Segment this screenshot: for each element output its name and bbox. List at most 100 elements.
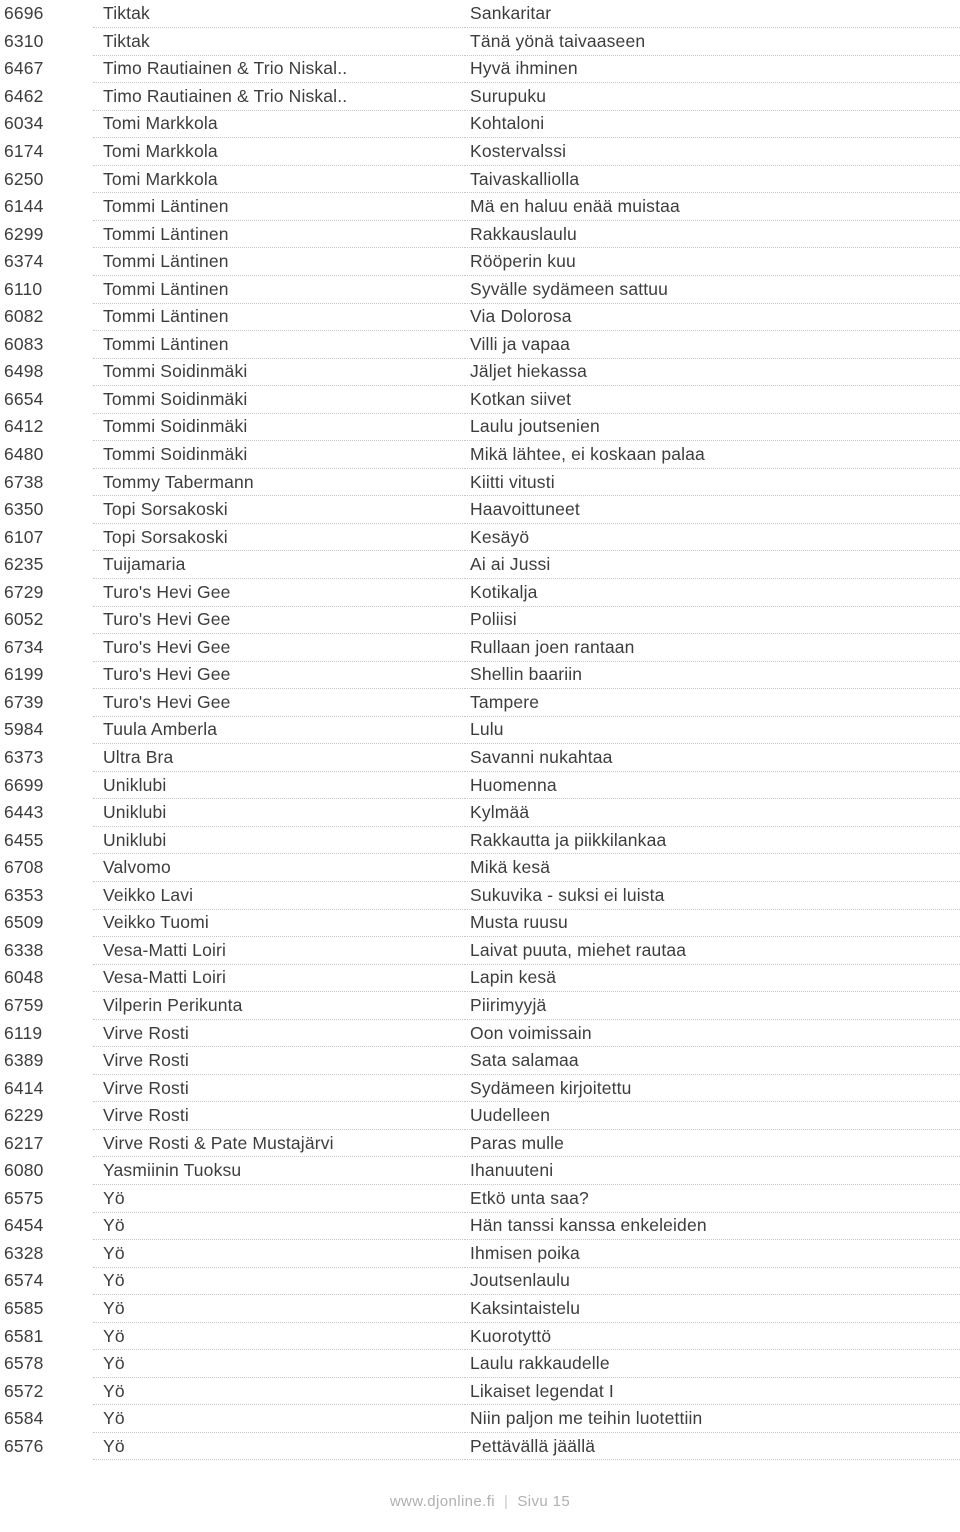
song-id-cell: 6412 [4, 416, 44, 437]
table-row: 6581 Yö Kuorotyttö [0, 1322, 960, 1351]
song-id-cell: 6110 [4, 278, 43, 299]
song-title-cell: Shellin baariin [465, 661, 960, 690]
song-id-cell: 6498 [4, 361, 44, 382]
footer-separator: | [504, 1493, 509, 1510]
song-artist-cell: Topi Sorsakoski [93, 523, 465, 552]
table-row: 6585 Yö Kaksintaistelu [0, 1294, 960, 1323]
song-id-cell: 6310 [4, 30, 44, 51]
song-artist-cell: Virve Rosti [93, 1101, 465, 1130]
song-id-cell: 6199 [4, 664, 44, 685]
table-row: 6217 Virve Rosti & Pate Mustajärvi Paras m… [0, 1129, 960, 1158]
table-row: 6083 Tommi Läntinen Villi ja vapaa [0, 330, 960, 359]
table-row: 6739 Turo's Hevi Gee Tampere [0, 688, 960, 717]
song-artist-cell: Yö [93, 1184, 465, 1213]
song-title-cell: Sata salamaa [465, 1046, 960, 1075]
song-artist-cell: Yö [93, 1432, 465, 1461]
table-row: 6082 Tommi Läntinen Via Dolorosa [0, 303, 960, 332]
table-row: 6310 Tiktak Tänä yönä taivaaseen [0, 27, 960, 56]
song-artist-cell: Vilperin Perikunta [93, 991, 465, 1020]
song-id-cell: 6708 [4, 857, 44, 878]
footer-website: www.djonline.fi [389, 1493, 496, 1510]
table-row: 6738 Tommy Tabermann Kiitti vitusti [0, 468, 960, 497]
table-row: 6584 Yö Niin paljon me teihin luotettiin [0, 1404, 960, 1433]
table-row: 6328 Yö Ihmisen poika [0, 1239, 960, 1268]
song-id-cell: 6572 [4, 1380, 44, 1401]
table-row: 6699 Uniklubi Huomenna [0, 771, 960, 800]
song-artist-cell: Timo Rautiainen & Trio Niskal.. [93, 55, 465, 84]
song-title-cell: Haavoittuneet [465, 495, 960, 524]
song-id-cell: 6217 [4, 1132, 44, 1153]
song-artist-cell: Turo's Hevi Gee [93, 633, 465, 662]
song-title-cell: Poliisi [465, 606, 960, 635]
song-id-cell: 6048 [4, 967, 44, 988]
song-id-cell: 6080 [4, 1160, 44, 1181]
song-artist-cell: Tomi Markkola [93, 165, 465, 194]
table-row: 6759 Vilperin Perikunta Piirimyyjä [0, 991, 960, 1020]
table-row: 6572 Yö Likaiset legendat I [0, 1377, 960, 1406]
song-title-cell: Rööperin kuu [465, 247, 960, 276]
song-artist-cell: Valvomo [93, 853, 465, 882]
song-title-cell: Syvälle sydämeen sattuu [465, 275, 960, 304]
song-title-cell: Ihmisen poika [465, 1239, 960, 1268]
song-artist-cell: Uniklubi [93, 826, 465, 855]
table-row: 6454 Yö Hän tanssi kanssa enkeleiden [0, 1212, 960, 1241]
table-row: 6373 Ultra Bra Savanni nukahtaa [0, 743, 960, 772]
song-artist-cell: Tommi Soidinmäki [93, 385, 465, 414]
song-artist-cell: Tommi Läntinen [93, 220, 465, 249]
song-title-cell: Mikä lähtee, ei koskaan palaa [465, 440, 960, 469]
song-title-cell: Joutsenlaulu [465, 1267, 960, 1296]
song-title-cell: Paras mulle [465, 1129, 960, 1158]
song-title-cell: Kohtaloni [465, 110, 960, 139]
song-id-cell: 6467 [4, 58, 44, 79]
song-artist-cell: Tiktak [93, 27, 465, 56]
song-id-cell: 6443 [4, 802, 44, 823]
song-title-cell: Via Dolorosa [465, 303, 960, 332]
song-artist-cell: Timo Rautiainen & Trio Niskal.. [93, 82, 465, 111]
song-id-cell: 6574 [4, 1270, 44, 1291]
song-id-cell: 6699 [4, 774, 44, 795]
song-title-cell: Kaksintaistelu [465, 1294, 960, 1323]
table-row: 6455 Uniklubi Rakkautta ja piikkilankaa [0, 826, 960, 855]
song-id-cell: 6696 [4, 3, 44, 24]
song-title-cell: Uudelleen [465, 1101, 960, 1130]
song-title-cell: Oon voimissain [465, 1019, 960, 1048]
song-title-cell: Villi ja vapaa [465, 330, 960, 359]
song-id-cell: 6739 [4, 691, 44, 712]
table-row: 6412 Tommi Soidinmäki Laulu joutsenien [0, 413, 960, 442]
table-row: 6034 Tomi Markkola Kohtaloni [0, 110, 960, 139]
table-row: 6480 Tommi Soidinmäki Mikä lähtee, ei kosk… [0, 440, 960, 469]
song-id-cell: 6052 [4, 609, 44, 630]
song-artist-cell: Tommi Soidinmäki [93, 358, 465, 387]
song-title-cell: Rullaan joen rantaan [465, 633, 960, 662]
song-id-cell: 6759 [4, 994, 44, 1015]
song-title-cell: Mikä kesä [465, 853, 960, 882]
song-id-cell: 6328 [4, 1242, 44, 1263]
song-artist-cell: Yö [93, 1322, 465, 1351]
song-title-cell: Likaiset legendat I [465, 1377, 960, 1406]
song-id-cell: 6576 [4, 1435, 44, 1456]
song-title-cell: Surupuku [465, 82, 960, 111]
document-page: 6696 Tiktak Sankaritar 6310 Tiktak Tänä yönä … [0, 0, 960, 1532]
table-row: 5984 Tuula Amberla Lulu [0, 716, 960, 745]
song-id-cell: 6144 [4, 196, 44, 217]
song-id-cell: 6654 [4, 388, 44, 409]
song-id-cell: 6235 [4, 554, 44, 575]
song-artist-cell: Yasmiinin Tuoksu [93, 1156, 465, 1186]
song-title-cell: Rakkauslaulu [465, 220, 960, 249]
song-artist-cell: Tommi Soidinmäki [93, 440, 465, 469]
song-artist-cell: Tommi Soidinmäki [93, 413, 465, 442]
song-artist-cell: Virve Rosti [93, 1074, 465, 1103]
song-artist-cell: Veikko Tuomi [93, 909, 465, 938]
song-title-cell: Kostervalssi [465, 137, 960, 166]
song-table-body: 6696 Tiktak Sankaritar 6310 Tiktak Tänä yönä … [0, 0, 960, 1461]
song-artist-cell: Tommi Läntinen [93, 303, 465, 332]
table-row: 6353 Veikko Lavi Sukuvika - suksi ei luist… [0, 881, 960, 910]
song-id-cell: 6353 [4, 884, 44, 905]
song-artist-cell: Virve Rosti & Pate Mustajärvi [93, 1129, 465, 1158]
table-row: 6462 Timo Rautiainen & Trio Niskal.. Surup… [0, 82, 960, 111]
table-row: 6654 Tommi Soidinmäki Kotkan siivet [0, 385, 960, 414]
song-artist-cell: Yö [93, 1239, 465, 1268]
song-title-cell: Kotikalja [465, 578, 960, 607]
song-artist-cell: Tommi Läntinen [93, 192, 465, 221]
table-row: 6575 Yö Etkö unta saa? [0, 1184, 960, 1213]
